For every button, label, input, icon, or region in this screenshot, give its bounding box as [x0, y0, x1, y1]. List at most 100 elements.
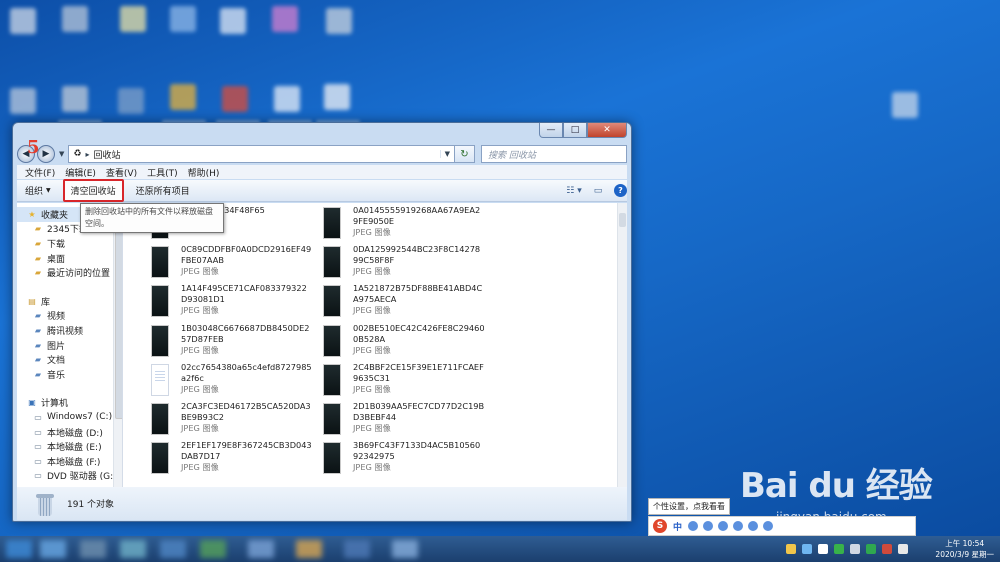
tray-icon[interactable]: [882, 544, 892, 554]
desktop-icon[interactable]: [170, 84, 196, 110]
organize-button[interactable]: 组织 ▼: [25, 184, 51, 197]
menu-item[interactable]: 帮助(H): [188, 166, 220, 179]
nav-library[interactable]: ▤ 库: [17, 294, 122, 309]
search-input[interactable]: 搜索 回收站: [481, 145, 627, 163]
file-item[interactable]: 0A0145555919268AA67A9EA29FE9050E JPEG 图像: [323, 205, 495, 244]
desktop-icon[interactable]: [274, 86, 300, 112]
file-item[interactable]: 0DA125992544BC23F8C1427899C58F8F JPEG 图像: [323, 244, 495, 283]
taskbar-app[interactable]: [248, 540, 274, 558]
menu-item[interactable]: 编辑(E): [65, 166, 96, 179]
nav-item[interactable]: ▰ 下载: [17, 236, 122, 251]
nav-item[interactable]: ▭ Windows7 (C:): [17, 410, 122, 425]
address-bar[interactable]: ♻ ▸ 回收站 ▼: [68, 145, 455, 163]
taskbar-app[interactable]: [40, 540, 66, 558]
tray-icon[interactable]: [850, 544, 860, 554]
desktop-icon[interactable]: [326, 8, 352, 34]
nav-computer[interactable]: ▣ 计算机: [17, 396, 122, 411]
nav-scroll-thumb[interactable]: [115, 219, 122, 419]
ime-voice-icon[interactable]: [718, 521, 729, 531]
desktop-icon[interactable]: [62, 86, 88, 112]
taskbar-clock[interactable]: 上午 10:54 2020/3/9 星期一: [935, 538, 994, 560]
nav-item[interactable]: ▭ 本地磁盘 (D:): [17, 425, 122, 440]
nav-item[interactable]: ▰ 文档: [17, 352, 122, 367]
file-item[interactable]: 3B69FC43F7133D4AC5B1056092342975 JPEG 图像: [323, 440, 495, 479]
file-item[interactable]: 1B03048C6676687DB8450DE257D87FEB JPEG 图像: [151, 323, 323, 362]
desktop-icon[interactable]: [10, 8, 36, 34]
image-thumbnail-icon: [151, 363, 169, 396]
image-thumbnail-icon: [323, 363, 341, 396]
taskbar-app[interactable]: [200, 540, 226, 558]
desktop-icon[interactable]: [120, 6, 146, 32]
breadcrumb-chevron-icon[interactable]: ▸: [85, 150, 89, 159]
desktop-icon[interactable]: [892, 92, 918, 118]
nav-item[interactable]: ▰ 桌面: [17, 251, 122, 266]
empty-recycle-bin-button[interactable]: 清空回收站: [62, 179, 124, 202]
taskbar-app[interactable]: [80, 540, 106, 558]
close-button[interactable]: ✕: [587, 123, 627, 138]
change-view-icon[interactable]: ☷ ▾: [566, 184, 582, 198]
recent-pages-dropdown[interactable]: ▼: [59, 150, 64, 158]
file-item[interactable]: 2EF1EF179E8F367245CB3D043DAB7D17 JPEG 图像: [151, 440, 323, 479]
nav-item[interactable]: ▰ 图片: [17, 338, 122, 353]
desktop-icon[interactable]: [10, 88, 36, 114]
desktop-icon[interactable]: [220, 8, 246, 34]
minimize-button[interactable]: —: [539, 123, 563, 138]
desktop-icon[interactable]: [324, 84, 350, 110]
help-icon[interactable]: ?: [614, 184, 627, 197]
restore-all-button[interactable]: 还原所有项目: [136, 184, 190, 197]
forward-button[interactable]: ▶: [37, 145, 55, 163]
taskbar-app[interactable]: [296, 540, 322, 558]
desktop-icon[interactable]: [62, 6, 88, 32]
file-item[interactable]: 2C4BBF2CE15F39E1E711FCAEF9635C31 JPEG 图像: [323, 362, 495, 401]
file-item[interactable]: 0C89CDDFBF0A0DCD2916EF49FBE07AAB JPEG 图像: [151, 244, 323, 283]
desktop-icon[interactable]: [118, 88, 144, 114]
start-button[interactable]: [6, 540, 32, 558]
taskbar-app[interactable]: [120, 540, 146, 558]
file-item[interactable]: 2CA3FC3ED46172B5CA520DA3BE9B93C2 JPEG 图像: [151, 401, 323, 440]
sogou-logo-icon[interactable]: S: [653, 519, 667, 533]
tray-icon[interactable]: [834, 544, 844, 554]
maximize-button[interactable]: □: [563, 123, 587, 138]
image-thumbnail-icon: [151, 402, 169, 435]
nav-scrollbar[interactable]: [113, 203, 122, 487]
tray-icon[interactable]: [818, 544, 828, 554]
nav-item[interactable]: ▭ 本地磁盘 (F:): [17, 454, 122, 469]
taskbar-app[interactable]: [160, 540, 186, 558]
file-text: 2EF1EF179E8F367245CB3D043DAB7D17 JPEG 图像: [181, 440, 313, 473]
ime-keyboard-icon[interactable]: [733, 521, 744, 531]
breadcrumb-recycle-bin[interactable]: 回收站: [93, 148, 120, 161]
file-item[interactable]: 1A521872B75DF88BE41ABD4CA975AECA JPEG 图像: [323, 283, 495, 322]
preview-pane-icon[interactable]: ▭: [590, 184, 606, 198]
menu-item[interactable]: 工具(T): [147, 166, 178, 179]
file-item[interactable]: 02cc7654380a65c4efd8727985a2f6c JPEG 图像: [151, 362, 323, 401]
desktop-icon[interactable]: [222, 86, 248, 112]
nav-item[interactable]: ▰ 腾讯视频: [17, 323, 122, 338]
tray-icon[interactable]: [802, 544, 812, 554]
menu-item[interactable]: 文件(F): [25, 166, 55, 179]
file-scrollbar[interactable]: [617, 203, 627, 487]
nav-item[interactable]: ▰ 视频: [17, 309, 122, 324]
refresh-button[interactable]: ↻: [455, 145, 475, 163]
tray-icon[interactable]: [866, 544, 876, 554]
file-item[interactable]: 2D1B039AA5FEC7CD77D2C19BD3BEBF44 JPEG 图像: [323, 401, 495, 440]
file-item[interactable]: 1A14F495CE71CAF083379322D93081D1 JPEG 图像: [151, 283, 323, 322]
nav-item[interactable]: ▰ 最近访问的位置: [17, 265, 122, 280]
address-dropdown-icon[interactable]: ▼: [439, 150, 454, 158]
tray-icon[interactable]: [898, 544, 908, 554]
taskbar-app[interactable]: [392, 540, 418, 558]
menu-item[interactable]: 查看(V): [106, 166, 137, 179]
taskbar-app[interactable]: [344, 540, 370, 558]
ime-emoji-icon[interactable]: [703, 521, 714, 531]
file-item[interactable]: 002BE510EC42C426FE8C294600B528A JPEG 图像: [323, 323, 495, 362]
nav-item[interactable]: ▭ 本地磁盘 (E:): [17, 439, 122, 454]
file-scroll-thumb[interactable]: [619, 213, 626, 227]
nav-item[interactable]: ▰ 音乐: [17, 367, 122, 382]
ime-tools-icon[interactable]: [763, 521, 774, 531]
ime-punct-icon[interactable]: [688, 521, 699, 531]
ime-lang-toggle[interactable]: 中: [673, 520, 682, 533]
tray-icon[interactable]: [786, 544, 796, 554]
desktop-icon[interactable]: [170, 6, 196, 32]
ime-skin-icon[interactable]: [748, 521, 759, 531]
desktop-icon[interactable]: [272, 6, 298, 32]
nav-item[interactable]: ▭ DVD 驱动器 (G:): [17, 469, 122, 484]
